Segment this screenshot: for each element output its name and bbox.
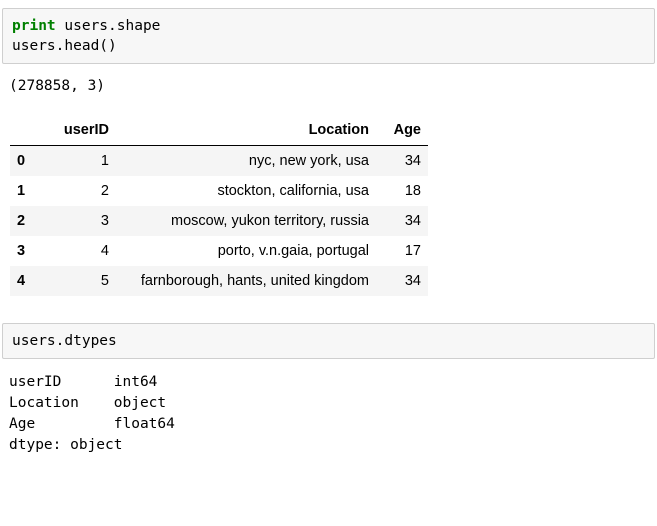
row-index-1: 1 bbox=[10, 176, 44, 206]
cell-location-2: moscow, yukon territory, russia bbox=[116, 206, 376, 236]
table-row: 1 2 stockton, california, usa 18 bbox=[10, 176, 428, 206]
dtypes-line-summary: dtype: object bbox=[9, 437, 123, 453]
cell-location-1: stockton, california, usa bbox=[116, 176, 376, 206]
table-head: userID Location Age bbox=[10, 118, 428, 146]
cell-location-0: nyc, new york, usa bbox=[116, 146, 376, 177]
notebook-output: print users.shape users.head() (278858, … bbox=[0, 8, 657, 456]
row-index-2: 2 bbox=[10, 206, 44, 236]
cell-age-0: 34 bbox=[376, 146, 428, 177]
code-line-1: print users.shape bbox=[12, 16, 645, 36]
code-line-2: users.head() bbox=[12, 36, 645, 56]
dtypes-stdout: userID int64 Location object Age float64… bbox=[9, 372, 657, 456]
table-row: 4 5 farnborough, hants, united kingdom 3… bbox=[10, 266, 428, 296]
cell-userid-0: 1 bbox=[44, 146, 116, 177]
cell-userid-4: 5 bbox=[44, 266, 116, 296]
column-header-location: Location bbox=[116, 118, 376, 146]
table-row: 3 4 porto, v.n.gaia, portugal 17 bbox=[10, 236, 428, 266]
table-row: 2 3 moscow, yukon territory, russia 34 bbox=[10, 206, 428, 236]
cell-location-3: porto, v.n.gaia, portugal bbox=[116, 236, 376, 266]
users-head-table: userID Location Age 0 1 nyc, new york, u… bbox=[10, 118, 428, 296]
code-line-1-rest: users.shape bbox=[56, 18, 161, 34]
row-index-0: 0 bbox=[10, 146, 44, 177]
column-header-userid: userID bbox=[44, 118, 116, 146]
cell-userid-2: 3 bbox=[44, 206, 116, 236]
shape-stdout: (278858, 3) bbox=[9, 76, 657, 96]
table-header-row: userID Location Age bbox=[10, 118, 428, 146]
code-cell-shape-head[interactable]: print users.shape users.head() bbox=[2, 8, 655, 64]
cell-age-3: 17 bbox=[376, 236, 428, 266]
row-index-4: 4 bbox=[10, 266, 44, 296]
dataframe-output: userID Location Age 0 1 nyc, new york, u… bbox=[10, 118, 657, 296]
code-line-dtypes: users.dtypes bbox=[12, 331, 645, 351]
column-header-index bbox=[10, 118, 44, 146]
code-line-2-rest: users.head() bbox=[12, 38, 117, 54]
dtypes-line-age: Age float64 bbox=[9, 416, 175, 432]
column-header-age: Age bbox=[376, 118, 428, 146]
cell-age-2: 34 bbox=[376, 206, 428, 236]
cell-age-1: 18 bbox=[376, 176, 428, 206]
table-body: 0 1 nyc, new york, usa 34 1 2 stockton, … bbox=[10, 146, 428, 297]
table-row: 0 1 nyc, new york, usa 34 bbox=[10, 146, 428, 177]
row-index-3: 3 bbox=[10, 236, 44, 266]
cell-userid-1: 2 bbox=[44, 176, 116, 206]
cell-location-4: farnborough, hants, united kingdom bbox=[116, 266, 376, 296]
python-keyword-print: print bbox=[12, 18, 56, 34]
code-cell-dtypes[interactable]: users.dtypes bbox=[2, 323, 655, 359]
dtypes-line-location: Location object bbox=[9, 395, 166, 411]
cell-userid-3: 4 bbox=[44, 236, 116, 266]
dtypes-line-userid: userID int64 bbox=[9, 374, 157, 390]
cell-age-4: 34 bbox=[376, 266, 428, 296]
